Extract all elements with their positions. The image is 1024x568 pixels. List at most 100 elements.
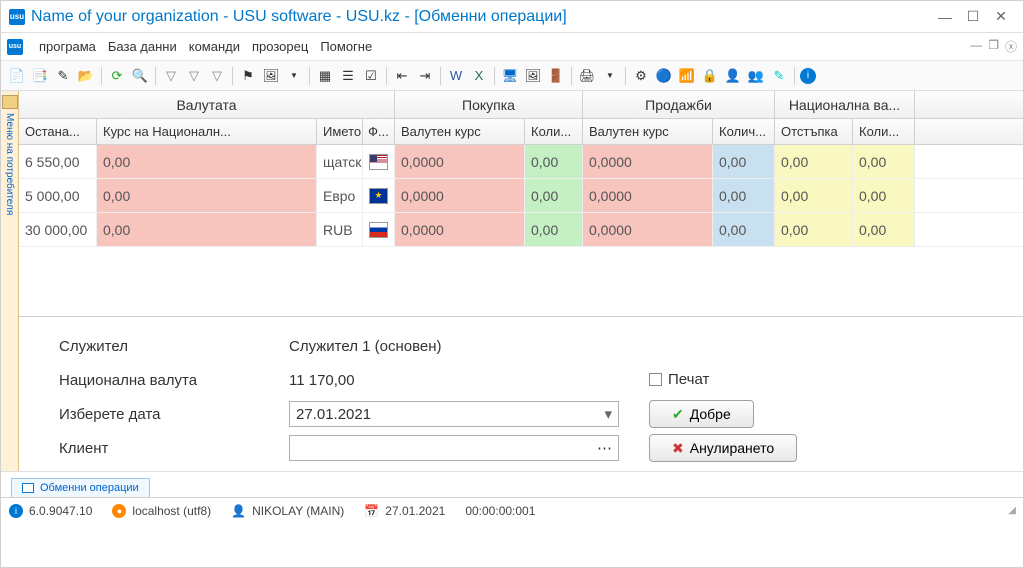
ok-button[interactable]: ✔ Добре xyxy=(649,400,754,428)
group-currency[interactable]: Валутата xyxy=(19,91,395,118)
image-icon[interactable]: 🖼 xyxy=(261,66,281,86)
users-icon[interactable]: 👥 xyxy=(746,66,766,86)
refresh-icon[interactable]: ⟳ xyxy=(107,66,127,86)
info-icon[interactable]: i xyxy=(800,68,816,84)
national-value: 11 170,00 xyxy=(289,372,629,389)
cell-sell-rate: 0,0000 xyxy=(583,213,713,246)
menu-database[interactable]: База данни xyxy=(108,39,177,54)
check-icon: ✔ xyxy=(672,406,684,423)
close-button[interactable]: ✕ xyxy=(987,5,1015,29)
col-remain[interactable]: Остана... xyxy=(19,119,97,144)
status-time: 00:00:00:001 xyxy=(465,504,535,518)
mdi-restore-button[interactable]: ❐ xyxy=(988,38,999,55)
resize-grip-icon[interactable]: ◢ xyxy=(1008,505,1015,516)
mdi-minimize-button[interactable]: — xyxy=(970,38,982,55)
col-buy-qty[interactable]: Коли... xyxy=(525,119,583,144)
wand-icon[interactable]: ✎ xyxy=(769,66,789,86)
date-label: Изберете дата xyxy=(59,406,289,423)
copy-icon[interactable]: 📑 xyxy=(30,66,50,86)
client-label: Клиент xyxy=(59,440,289,457)
col-flag[interactable]: Ф... xyxy=(363,119,395,144)
edit-icon[interactable]: ✎ xyxy=(53,66,73,86)
tree-icon[interactable]: ☰ xyxy=(338,66,358,86)
tab-label: Обменни операции xyxy=(40,482,139,494)
client-picker[interactable]: ⋯ xyxy=(289,435,619,461)
search-icon[interactable]: 🔍 xyxy=(130,66,150,86)
maximize-button[interactable]: ☐ xyxy=(959,5,987,29)
col-sell-qty[interactable]: Колич... xyxy=(713,119,775,144)
rss-icon[interactable]: 📶 xyxy=(677,66,697,86)
export-word-icon[interactable]: W xyxy=(446,66,466,86)
cell-buy-rate: 0,0000 xyxy=(395,145,525,178)
cell-nbrate: 0,00 xyxy=(97,213,317,246)
mdi-tabs: Обменни операции xyxy=(1,471,1023,497)
cell-flag xyxy=(363,213,395,246)
monitor-icon[interactable]: 🖥 xyxy=(500,66,520,86)
dropdown-icon[interactable]: ▼ xyxy=(284,66,304,86)
filter-clear-icon[interactable]: ▽ xyxy=(184,66,204,86)
print-icon[interactable]: 🖨 xyxy=(577,66,597,86)
cell-qty3: 0,00 xyxy=(853,213,915,246)
flag-icon[interactable]: ⚑ xyxy=(238,66,258,86)
exit-icon[interactable]: 🚪 xyxy=(546,66,566,86)
tab-exchange[interactable]: Обменни операции xyxy=(11,478,150,497)
print-checkbox-label: Печат xyxy=(668,371,709,388)
indent-right-icon[interactable]: ⇥ xyxy=(415,66,435,86)
color-icon[interactable]: 🔵 xyxy=(654,66,674,86)
group-buy[interactable]: Покупка xyxy=(395,91,583,118)
col-qty3[interactable]: Коли... xyxy=(853,119,915,144)
lock-icon[interactable]: 🔒 xyxy=(700,66,720,86)
work-area: Меню на потребителя Валутата Покупка Про… xyxy=(1,91,1023,471)
export-excel-icon[interactable]: X xyxy=(469,66,489,86)
print-drop-icon[interactable]: ▼ xyxy=(600,66,620,86)
cell-flag xyxy=(363,145,395,178)
user-menu-sidebar[interactable]: Меню на потребителя xyxy=(1,91,19,471)
title-bar: usu Name of your organization - USU soft… xyxy=(1,1,1023,33)
mdi-close-button[interactable]: ⓧ xyxy=(1005,38,1017,55)
cell-flag: ★ xyxy=(363,179,395,212)
tab-window-icon xyxy=(22,483,34,493)
col-sell-rate[interactable]: Валутен курс xyxy=(583,119,713,144)
cell-remain: 30 000,00 xyxy=(19,213,97,246)
minimize-button[interactable]: — xyxy=(931,5,959,29)
table-row[interactable]: 5 000,00 0,00 Евро ★ 0,0000 0,00 0,0000 … xyxy=(19,179,1023,213)
group-sell[interactable]: Продажби xyxy=(583,91,775,118)
picture-icon[interactable]: 🖼 xyxy=(523,66,543,86)
grid: Валутата Покупка Продажби Национална ва.… xyxy=(19,91,1023,471)
table-row[interactable]: 30 000,00 0,00 RUB 0,0000 0,00 0,0000 0,… xyxy=(19,213,1023,247)
new-icon[interactable]: 📄 xyxy=(7,66,27,86)
folder-icon xyxy=(2,95,18,109)
chevron-down-icon[interactable]: ▾ xyxy=(604,405,612,423)
check-icon[interactable]: ☑ xyxy=(361,66,381,86)
menu-window[interactable]: прозорец xyxy=(252,39,308,54)
indent-left-icon[interactable]: ⇤ xyxy=(392,66,412,86)
filter-icon[interactable]: ▽ xyxy=(161,66,181,86)
col-discount[interactable]: Отстъпка xyxy=(775,119,853,144)
menu-program[interactable]: програма xyxy=(39,39,96,54)
filter-edit-icon[interactable]: ▽ xyxy=(207,66,227,86)
cell-buy-rate: 0,0000 xyxy=(395,179,525,212)
menu-commands[interactable]: команди xyxy=(189,39,240,54)
gear-icon[interactable]: ⚙ xyxy=(631,66,651,86)
grid-icon[interactable]: ▦ xyxy=(315,66,335,86)
col-buy-rate[interactable]: Валутен курс xyxy=(395,119,525,144)
group-national[interactable]: Национална ва... xyxy=(775,91,915,118)
date-input[interactable]: 27.01.2021 ▾ xyxy=(289,401,619,427)
checkbox-box-icon xyxy=(649,373,662,386)
col-name[interactable]: Името xyxy=(317,119,363,144)
table-row[interactable]: 6 550,00 0,00 щатски 0,0000 0,00 0,0000 … xyxy=(19,145,1023,179)
menu-help[interactable]: Помогне xyxy=(320,39,372,54)
app-icon-small: usu xyxy=(7,39,23,55)
form-panel: Служител Служител 1 (основен) Национална… xyxy=(19,317,1023,471)
cell-sell-rate: 0,0000 xyxy=(583,179,713,212)
window-title: Name of your organization - USU software… xyxy=(31,8,931,26)
cancel-button[interactable]: ✖ Анулирането xyxy=(649,434,797,462)
employee-value: Служител 1 (основен) xyxy=(289,338,629,355)
cell-sell-qty: 0,00 xyxy=(713,179,775,212)
open-icon[interactable]: 📂 xyxy=(76,66,96,86)
cell-discount: 0,00 xyxy=(775,179,853,212)
cell-remain: 5 000,00 xyxy=(19,179,97,212)
print-checkbox[interactable]: Печат xyxy=(649,371,709,388)
col-nbrate[interactable]: Курс на Националн... xyxy=(97,119,317,144)
user-icon[interactable]: 👤 xyxy=(723,66,743,86)
